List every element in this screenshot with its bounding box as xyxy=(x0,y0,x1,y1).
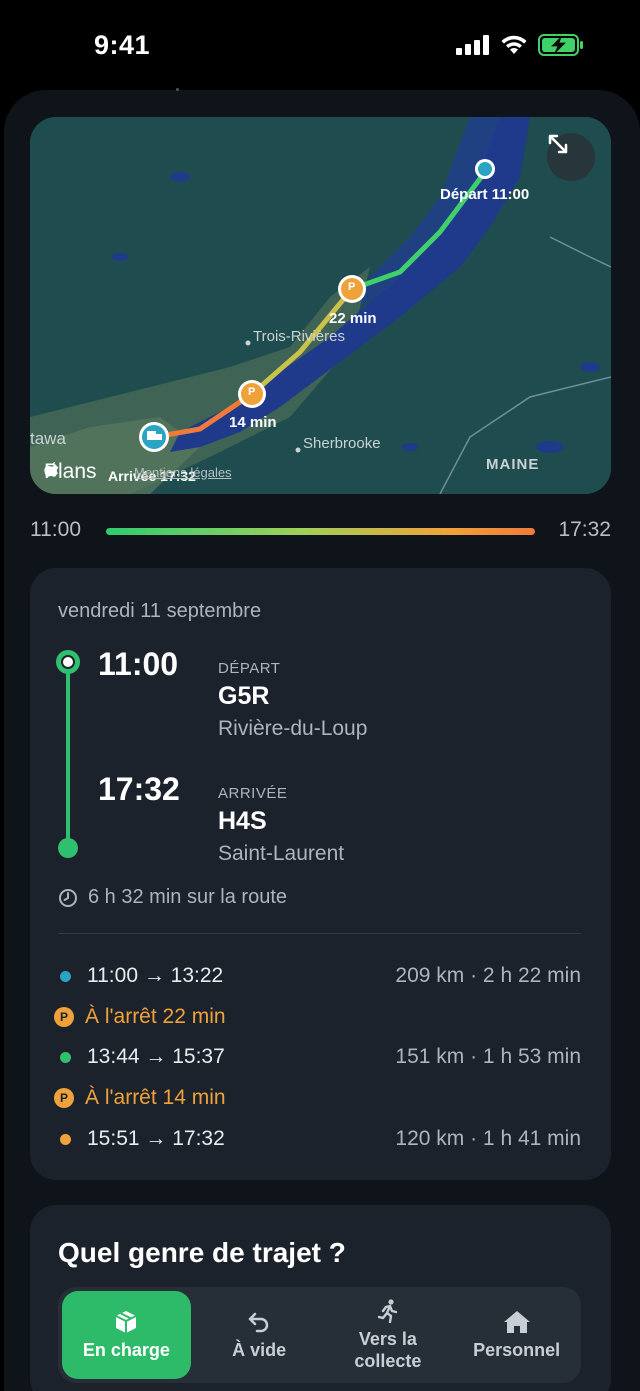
segment-dot xyxy=(60,1133,71,1145)
segment-row: 15:51 → 17:32 120 km · 1 h 41 min xyxy=(58,1124,581,1154)
battery-charging-icon xyxy=(538,34,583,56)
cellular-signal-icon xyxy=(456,35,489,55)
apple-plans-attribution: Plans xyxy=(44,460,97,484)
segment-meta: 120 km · 1 h 41 min xyxy=(395,1127,581,1150)
option-pickup[interactable]: Vers la collecte xyxy=(324,1287,453,1383)
pause-row: P À l'arrêt 22 min xyxy=(54,1002,577,1032)
segment-meta: 209 km · 2 h 22 min xyxy=(395,964,581,987)
segment-row: 13:44 → 15:37 151 km · 1 h 53 min xyxy=(58,1042,581,1072)
status-time: 9:41 xyxy=(94,30,151,60)
trip-type-card: Quel genre de trajet ? En charge À vide … xyxy=(30,1205,611,1391)
departure-time: 11:00 xyxy=(98,646,179,682)
option-personal-label: Personnel xyxy=(473,1340,561,1360)
timeline-start-dot xyxy=(56,650,80,674)
stop-badge-2: P xyxy=(248,386,256,398)
segment-range: 15:51 → 17:32 xyxy=(87,1127,225,1150)
departure-map-label: Départ 11:00 xyxy=(440,186,530,203)
clock-icon xyxy=(59,888,77,907)
place-maine: MAINE xyxy=(486,456,540,473)
return-arrow-icon xyxy=(248,1312,269,1333)
arrival-time: 17:32 xyxy=(98,771,180,807)
expand-map-button[interactable] xyxy=(547,133,595,181)
pause-text: À l'arrêt 14 min xyxy=(85,1086,226,1109)
segment-dot xyxy=(60,1051,71,1063)
house-icon xyxy=(503,1311,530,1333)
segment-dot xyxy=(60,970,71,982)
status-icons xyxy=(456,34,584,56)
status-bar: 9:41 xyxy=(0,0,640,92)
segment-meta: 151 km · 1 h 53 min xyxy=(395,1045,581,1068)
arrival-code: H4S xyxy=(218,807,267,835)
timeline-line xyxy=(66,663,70,849)
divider xyxy=(58,933,581,934)
departure-city: Rivière-du-Loup xyxy=(218,717,368,740)
apple-logo-icon xyxy=(44,462,59,477)
trip-progress: 11:00 17:32 xyxy=(30,518,611,544)
place-trois-rivieres: Trois-Rivières xyxy=(253,328,345,345)
option-pickup-label: Vers la collecte xyxy=(354,1329,422,1371)
segment-row: 11:00 → 13:22 209 km · 2 h 22 min xyxy=(58,961,581,991)
trip-type-question: Quel genre de trajet ? xyxy=(58,1237,346,1268)
trip-details-card: vendredi 11 septembre 11:00 DÉPART G5R R… xyxy=(30,568,611,1180)
running-person-icon xyxy=(377,1299,398,1324)
option-loaded[interactable]: En charge xyxy=(62,1291,191,1379)
arrival-kind: ARRIVÉE xyxy=(218,785,288,802)
departure-code: G5R xyxy=(218,682,270,710)
option-empty[interactable]: À vide xyxy=(195,1287,324,1383)
trip-duration-text: 6 h 32 min sur la route xyxy=(88,886,287,908)
expand-arrows-icon xyxy=(548,134,568,154)
pause-row: P À l'arrêt 14 min xyxy=(54,1083,577,1113)
sheet-grabber[interactable] xyxy=(176,88,179,91)
pause-text: À l'arrêt 22 min xyxy=(85,1005,226,1028)
trip-type-selector: En charge À vide Vers la collecte Person… xyxy=(58,1287,581,1383)
trip-date: vendredi 11 septembre xyxy=(58,600,262,622)
progress-start-time: 11:00 xyxy=(30,518,81,541)
package-icon xyxy=(115,1311,137,1333)
stop-badge-1: P xyxy=(348,281,356,293)
place-sherbrooke: Sherbrooke xyxy=(303,435,381,452)
option-personal[interactable]: Personnel xyxy=(452,1287,581,1383)
progress-gradient-bar xyxy=(106,528,535,535)
arrival-city: Saint-Laurent xyxy=(218,842,345,865)
parking-icon: P xyxy=(54,1088,74,1108)
progress-end-time: 17:32 xyxy=(558,518,611,541)
segment-range: 13:44 → 15:37 xyxy=(87,1045,225,1068)
place-ottawa: tawa xyxy=(30,429,66,448)
legal-link[interactable]: Mentions légales xyxy=(134,465,232,480)
departure-kind: DÉPART xyxy=(218,660,281,677)
route-map[interactable]: P P Départ 11:00 22 min 14 min Trois-Riv… xyxy=(30,117,611,494)
wifi-icon xyxy=(501,35,527,54)
timeline-end-dot xyxy=(58,838,78,858)
parking-icon: P xyxy=(54,1007,74,1027)
stop1-map-label: 22 min xyxy=(329,310,377,327)
option-loaded-label: En charge xyxy=(82,1340,170,1360)
segment-range: 11:00 → 13:22 xyxy=(87,964,224,987)
stop2-map-label: 14 min xyxy=(229,414,277,431)
option-empty-label: À vide xyxy=(232,1340,287,1360)
trip-duration: 6 h 32 min sur la route xyxy=(58,886,287,909)
